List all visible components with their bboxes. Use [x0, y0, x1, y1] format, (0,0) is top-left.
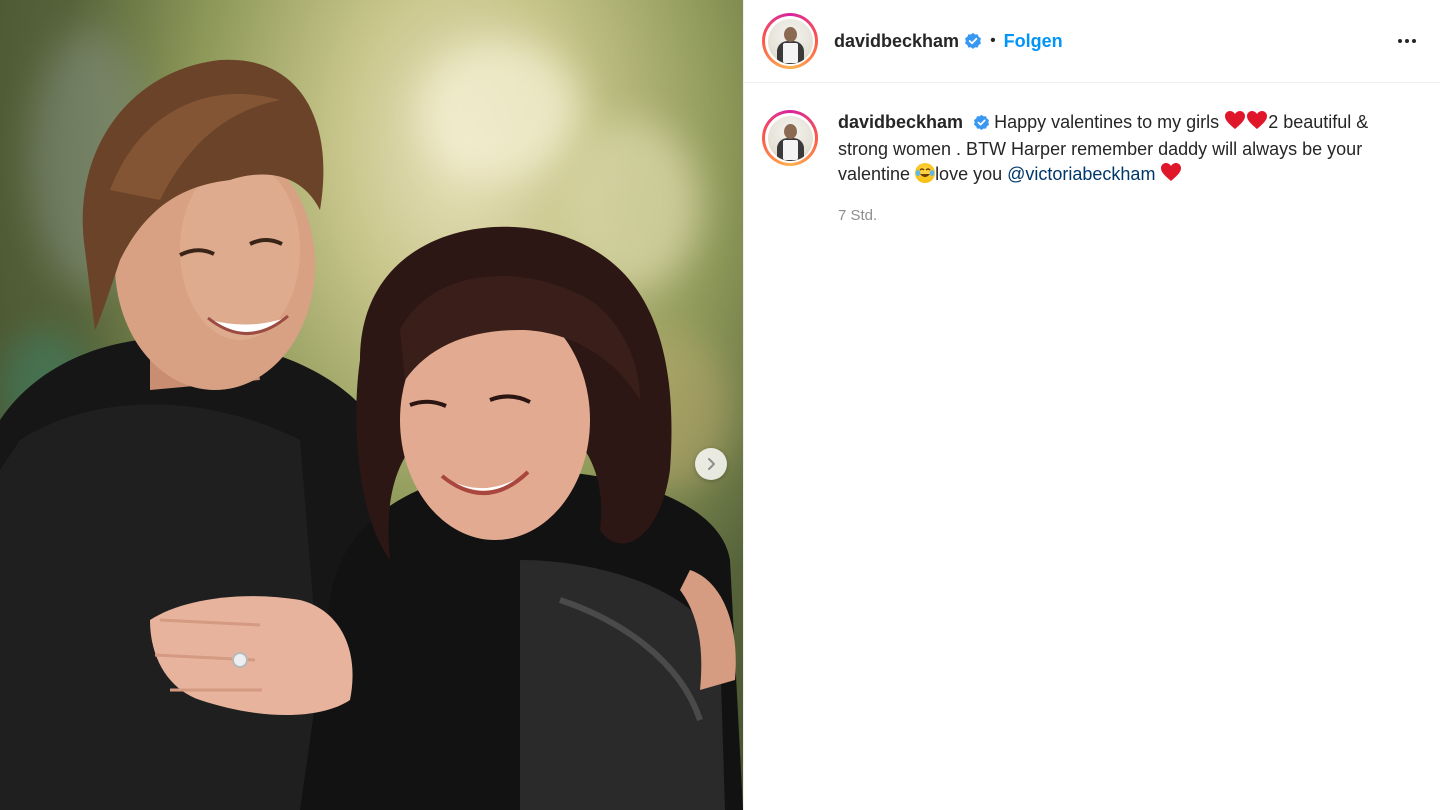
header-username[interactable]: davidbeckham — [834, 31, 959, 52]
more-options-icon[interactable] — [1396, 33, 1418, 49]
chevron-right-icon — [708, 458, 715, 470]
post-timestamp[interactable]: 7 Std. — [838, 207, 1440, 224]
carousel-next-button[interactable] — [695, 448, 727, 480]
avatar[interactable] — [762, 13, 818, 69]
face-with-tears-of-joy-icon — [915, 163, 936, 183]
verified-badge-icon — [964, 32, 982, 50]
follow-button[interactable]: Folgen — [1004, 31, 1063, 52]
caption-part-3: love you — [935, 164, 1008, 184]
post-photo[interactable] — [0, 0, 743, 810]
avatar-photo — [767, 18, 813, 64]
post-header: davidbeckham • Folgen — [744, 0, 1440, 83]
red-heart-icon — [1246, 110, 1268, 137]
caption-part-1: Happy valentines to my girls — [994, 112, 1225, 132]
caption-comment: davidbeckham Happy valentines to my girl… — [744, 83, 1440, 189]
post-sidebar: davidbeckham • Folgen davidbeckham Happy… — [743, 0, 1440, 810]
header-separator: • — [990, 32, 996, 49]
verified-badge-icon — [973, 114, 990, 131]
mention-link[interactable]: @victoriabeckham — [1007, 164, 1155, 184]
avatar-photo — [767, 115, 813, 161]
caption-username[interactable]: davidbeckham — [838, 112, 963, 132]
instagram-post: davidbeckham • Folgen davidbeckham Happy… — [0, 0, 1440, 810]
caption-avatar[interactable] — [762, 110, 818, 166]
red-heart-icon — [1160, 162, 1182, 189]
caption-text: davidbeckham Happy valentines to my girl… — [838, 110, 1422, 189]
couple-illustration — [0, 59, 743, 810]
red-heart-icon — [1224, 110, 1246, 137]
